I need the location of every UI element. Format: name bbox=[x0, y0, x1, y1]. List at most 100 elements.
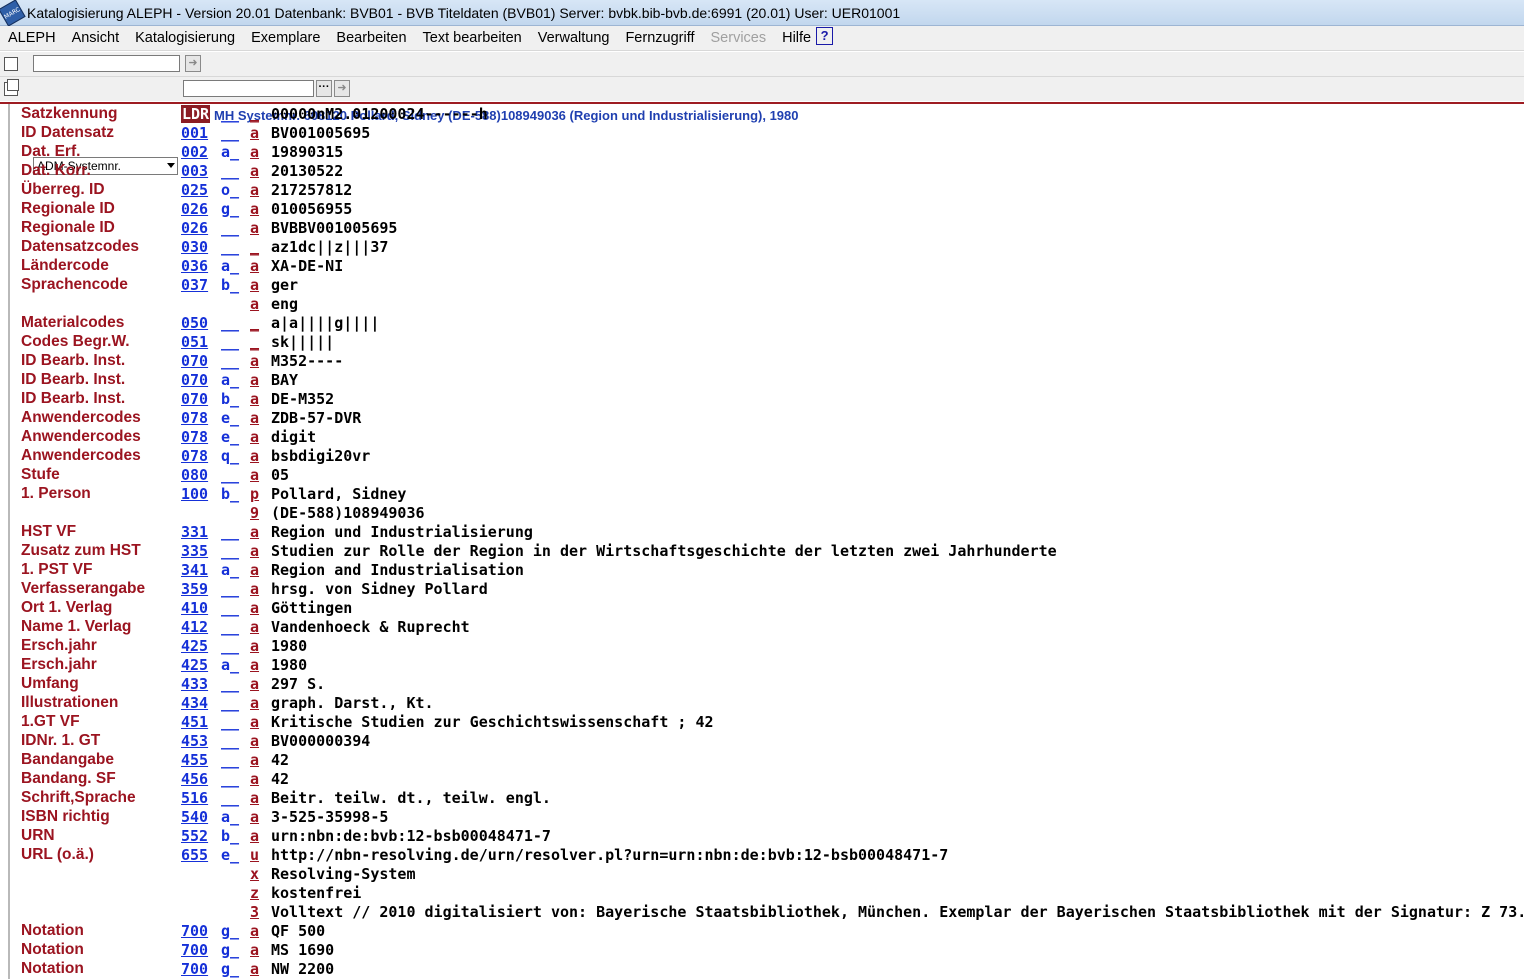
subfield-code[interactable]: a bbox=[250, 827, 259, 845]
field-value[interactable]: MS 1690 bbox=[271, 941, 334, 959]
record-row[interactable]: ISBN richtig 540 a_ a 3-525-35998-5 bbox=[0, 807, 1524, 826]
search-go-arrow-icon[interactable]: ➜ bbox=[334, 80, 350, 97]
field-tag-link[interactable]: 425 bbox=[181, 637, 208, 655]
field-tag-link[interactable]: 025 bbox=[181, 181, 208, 199]
subfield-code[interactable]: x bbox=[250, 865, 259, 883]
subfield-code[interactable]: a bbox=[250, 656, 259, 674]
field-value[interactable]: ZDB-57-DVR bbox=[271, 409, 361, 427]
field-value[interactable]: 297 S. bbox=[271, 675, 325, 693]
field-indicator[interactable]: __ bbox=[221, 542, 239, 560]
field-tag-link[interactable]: 335 bbox=[181, 542, 208, 560]
field-value[interactable]: az1dc||z|||37 bbox=[271, 238, 388, 256]
field-tag-link[interactable]: 070 bbox=[181, 352, 208, 370]
field-value[interactable]: sk||||| bbox=[271, 333, 334, 351]
record-row[interactable]: x Resolving-System bbox=[0, 864, 1524, 883]
record-row[interactable]: Codes Begr.W. 051 __ _ sk||||| bbox=[0, 332, 1524, 351]
subfield-code[interactable]: a bbox=[250, 599, 259, 617]
record-row[interactable]: Ersch.jahr 425 a_ a 1980 bbox=[0, 655, 1524, 674]
record-row[interactable]: Ort 1. Verlag 410 __ a Göttingen bbox=[0, 598, 1524, 617]
record-row[interactable]: Datensatzcodes 030 __ _ az1dc||z|||37 bbox=[0, 237, 1524, 256]
field-value[interactable]: M352---- bbox=[271, 352, 343, 370]
field-tag-link[interactable]: 070 bbox=[181, 371, 208, 389]
field-value[interactable]: ger bbox=[271, 276, 298, 294]
subfield-code[interactable]: _ bbox=[250, 105, 259, 123]
subfield-code[interactable]: a bbox=[250, 428, 259, 446]
field-tag-link[interactable]: 453 bbox=[181, 732, 208, 750]
subfield-code[interactable]: z bbox=[250, 884, 259, 902]
field-value[interactable]: (DE-588)108949036 bbox=[271, 504, 425, 522]
subfield-code[interactable]: a bbox=[250, 200, 259, 218]
field-value[interactable]: Region und Industrialisierung bbox=[271, 523, 533, 541]
subfield-code[interactable]: a bbox=[250, 447, 259, 465]
record-row[interactable]: a eng bbox=[0, 294, 1524, 313]
field-tag-link[interactable]: 516 bbox=[181, 789, 208, 807]
subfield-code[interactable]: p bbox=[250, 485, 259, 503]
record-row[interactable]: ID Bearb. Inst. 070 b_ a DE-M352 bbox=[0, 389, 1524, 408]
record-row[interactable]: 3 Volltext // 2010 digitalisiert von: Bay… bbox=[0, 902, 1524, 921]
subfield-code[interactable]: a bbox=[250, 219, 259, 237]
field-value[interactable]: NW 2200 bbox=[271, 960, 334, 978]
record-row[interactable]: IDNr. 1. GT 453 __ a BV000000394 bbox=[0, 731, 1524, 750]
record-row[interactable]: URN 552 b_ a urn:nbn:de:bvb:12-bsb00048471-7 bbox=[0, 826, 1524, 845]
field-indicator[interactable]: __ bbox=[221, 770, 239, 788]
record-row[interactable]: Notation 700 g_ a NW 2200 bbox=[0, 959, 1524, 978]
field-value[interactable]: urn:nbn:de:bvb:12-bsb00048471-7 bbox=[271, 827, 551, 845]
record-row[interactable]: ID Bearb. Inst. 070 __ a M352---- bbox=[0, 351, 1524, 370]
menu-katalogisierung[interactable]: Katalogisierung bbox=[127, 30, 243, 46]
go-arrow-icon[interactable]: ➜ bbox=[185, 55, 201, 72]
subfield-code[interactable]: 9 bbox=[250, 504, 259, 522]
subfield-code[interactable]: _ bbox=[250, 314, 259, 332]
field-tag-link[interactable]: 700 bbox=[181, 922, 208, 940]
subfield-code[interactable]: a bbox=[250, 770, 259, 788]
field-tag-link[interactable]: 331 bbox=[181, 523, 208, 541]
record-row[interactable]: Dat. Korr. 003 __ a 20130522 bbox=[0, 161, 1524, 180]
record-search-input[interactable] bbox=[33, 55, 180, 72]
subfield-code[interactable]: a bbox=[250, 637, 259, 655]
search-value-input[interactable] bbox=[183, 80, 314, 97]
browse-ellipsis-button[interactable]: ··· bbox=[316, 80, 332, 97]
field-indicator[interactable]: __ bbox=[221, 694, 239, 712]
field-indicator[interactable]: __ bbox=[221, 352, 239, 370]
subfield-code[interactable]: a bbox=[250, 675, 259, 693]
field-tag-link[interactable]: 036 bbox=[181, 257, 208, 275]
field-indicator[interactable]: b_ bbox=[221, 485, 239, 503]
field-value[interactable]: DE-M352 bbox=[271, 390, 334, 408]
subfield-code[interactable]: a bbox=[250, 181, 259, 199]
field-indicator[interactable]: __ bbox=[221, 580, 239, 598]
field-tag-link[interactable]: 410 bbox=[181, 599, 208, 617]
field-value[interactable]: Göttingen bbox=[271, 599, 352, 617]
field-tag-link[interactable]: 050 bbox=[181, 314, 208, 332]
field-value[interactable]: Vandenhoeck & Ruprecht bbox=[271, 618, 470, 636]
field-value[interactable]: 42 bbox=[271, 751, 289, 769]
record-row[interactable]: Schrift,Sprache 516 __ a Beitr. teilw. dt., … bbox=[0, 788, 1524, 807]
record-row[interactable]: Illustrationen 434 __ a graph. Darst., Kt. bbox=[0, 693, 1524, 712]
record-row[interactable]: Regionale ID 026 g_ a 010056955 bbox=[0, 199, 1524, 218]
record-row[interactable]: Ländercode 036 a_ a XA-DE-NI bbox=[0, 256, 1524, 275]
field-tag-link[interactable]: 425 bbox=[181, 656, 208, 674]
field-value[interactable]: 05 bbox=[271, 466, 289, 484]
record-row[interactable]: ID Bearb. Inst. 070 a_ a BAY bbox=[0, 370, 1524, 389]
record-row[interactable]: 1. Person 100 b_ p Pollard, Sidney bbox=[0, 484, 1524, 503]
field-tag-link[interactable]: 451 bbox=[181, 713, 208, 731]
record-row[interactable]: Anwendercodes 078 e_ a ZDB-57-DVR bbox=[0, 408, 1524, 427]
field-value[interactable]: http://nbn-resolving.de/urn/resolver.pl?… bbox=[271, 846, 948, 864]
field-tag-link[interactable]: 030 bbox=[181, 238, 208, 256]
help-icon[interactable]: ? bbox=[816, 27, 834, 45]
subfield-code[interactable]: u bbox=[250, 846, 259, 864]
record-row[interactable]: Ersch.jahr 425 __ a 1980 bbox=[0, 636, 1524, 655]
field-indicator[interactable]: __ bbox=[221, 466, 239, 484]
menu-fernzugriff[interactable]: Fernzugriff bbox=[617, 30, 702, 46]
field-value[interactable]: 010056955 bbox=[271, 200, 352, 218]
menu-bearbeiten[interactable]: Bearbeiten bbox=[328, 30, 414, 46]
copy-window-icon[interactable] bbox=[4, 79, 19, 96]
field-tag-link[interactable]: 540 bbox=[181, 808, 208, 826]
field-value[interactable]: Studien zur Rolle der Region in der Wirt… bbox=[271, 542, 1057, 560]
subfield-code[interactable]: a bbox=[250, 789, 259, 807]
field-value[interactable]: BVBBV001005695 bbox=[271, 219, 397, 237]
subfield-code[interactable]: a bbox=[250, 713, 259, 731]
record-row[interactable]: Stufe 080 __ a 05 bbox=[0, 465, 1524, 484]
field-indicator[interactable]: b_ bbox=[221, 276, 239, 294]
subfield-code[interactable]: a bbox=[250, 276, 259, 294]
field-value[interactable]: a|a||||g|||| bbox=[271, 314, 379, 332]
field-value[interactable]: XA-DE-NI bbox=[271, 257, 343, 275]
